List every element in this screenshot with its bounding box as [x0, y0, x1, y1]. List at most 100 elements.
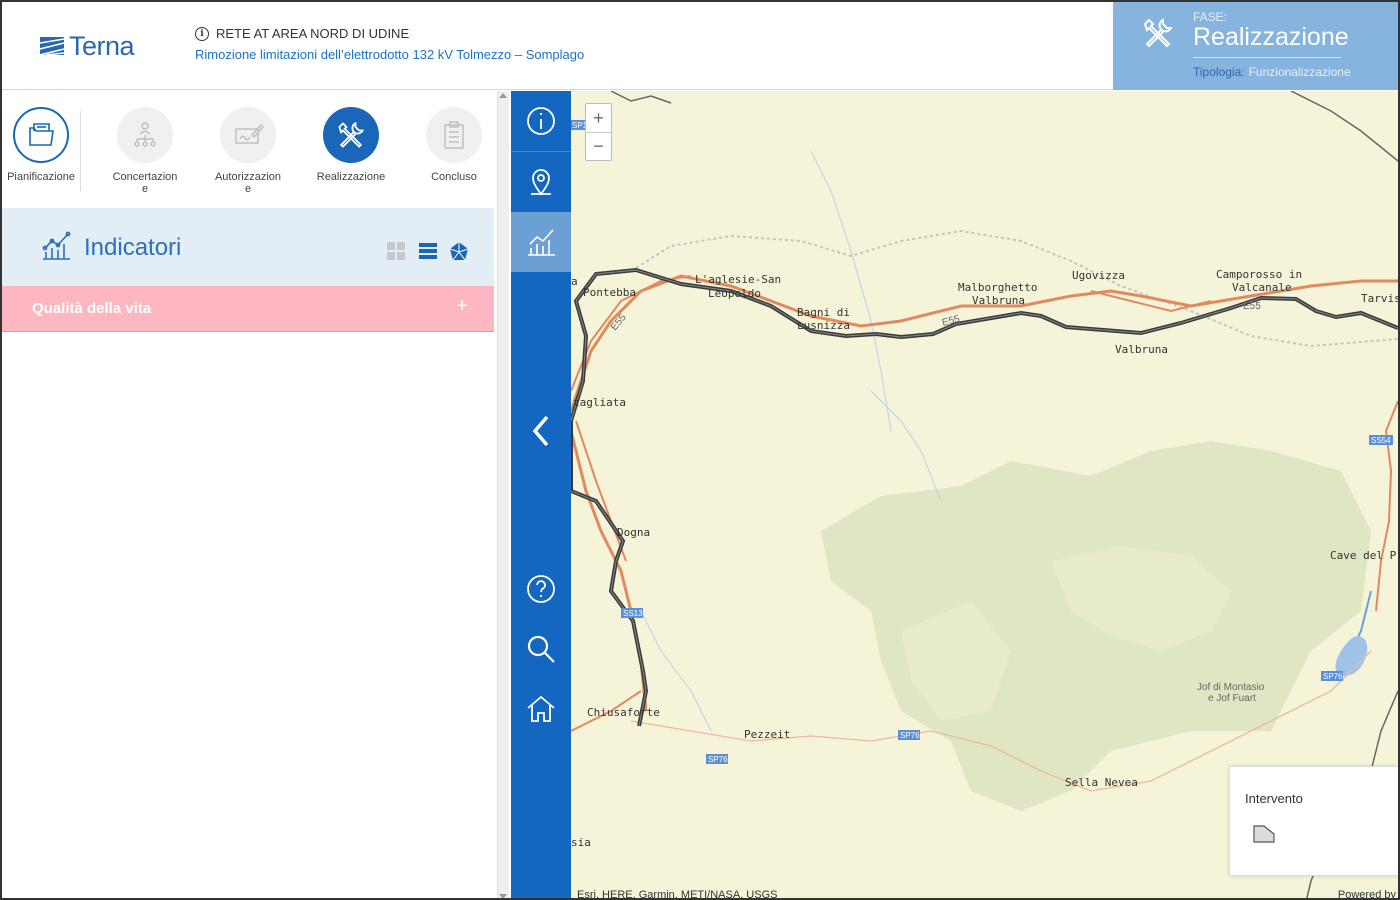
place-leopoldo: Leopoldo [708, 287, 761, 300]
step-label: Pianificazione [7, 171, 75, 183]
river [810, 150, 892, 432]
step-circle [117, 107, 173, 163]
place-jof-di-montasio: Jof di Montasio [1197, 682, 1265, 693]
logo-text: Terna [69, 30, 135, 61]
chart-icon [42, 231, 71, 260]
road-tag-sp76: SP76 [708, 755, 728, 764]
step-label: Autorizzazion e [214, 171, 282, 195]
place-jof-fuart: e Jof Fuart [1208, 693, 1256, 704]
signature-icon [235, 123, 264, 144]
place-dogna: Dogna [617, 526, 650, 539]
phase-name: Realizzazione [1193, 23, 1349, 51]
tipologia-label: Tipologia: [1193, 65, 1245, 79]
place-laglesie: L'aglesie-San [695, 273, 781, 286]
tipologia-value: Funzionalizzazione [1248, 65, 1351, 79]
place-lusnizza: Lusnizza [797, 319, 850, 332]
tools-icon [1143, 18, 1173, 48]
org-chart-icon [134, 122, 156, 147]
home-button[interactable] [511, 679, 571, 739]
phase-label: FASE: [1193, 10, 1228, 24]
step-circle [13, 107, 69, 163]
panel-scrollbar[interactable] [497, 91, 509, 898]
app-frame: Terna i RETE AT AREA NORD DI UDINE Rimoz… [0, 0, 1400, 900]
tools-icon [338, 121, 365, 148]
map-legend: Intervento [1229, 766, 1398, 876]
place-tarvisio: Tarvisi [1361, 292, 1398, 305]
terna-logo-icon [40, 37, 65, 56]
place-chiusaforte: Chiusaforte [587, 706, 660, 719]
road-tag-sp76: SP76 [1323, 672, 1343, 681]
scroll-up-icon[interactable] [499, 93, 507, 98]
help-icon [527, 575, 555, 603]
place-a: a [571, 275, 578, 288]
place-malborghetto: Malborghetto [958, 281, 1037, 294]
step-label: Realizzazione [316, 171, 386, 183]
step-concluso[interactable]: Concluso [404, 107, 504, 183]
section-qualita-della-vita[interactable]: Qualità della vita + [2, 286, 494, 332]
road-tag-ss13: SS13 [623, 609, 643, 618]
phase-steps: Pianificazione Concertazion e Autorizzaz… [2, 91, 494, 208]
step-pianificazione[interactable]: Pianificazione [2, 107, 91, 183]
search-icon [527, 635, 555, 663]
chart-icon [528, 229, 555, 256]
network-name: RETE AT AREA NORD DI UDINE [216, 26, 410, 41]
info-icon [527, 107, 555, 135]
zoom-in-button[interactable]: + [586, 104, 611, 132]
river [870, 390, 942, 502]
zoom-out-button[interactable]: − [586, 132, 611, 160]
place-camporosso: Camporosso in [1216, 268, 1302, 281]
phase-divider [1193, 57, 1341, 58]
search-button[interactable] [511, 619, 571, 679]
location-button[interactable] [511, 152, 571, 212]
place-stagliata: tagliata [573, 396, 626, 409]
legend-title: Intervento [1245, 791, 1303, 806]
info-button[interactable] [511, 91, 571, 151]
place-valbruna: Valbruna [1115, 343, 1168, 356]
left-panel: Pianificazione Concertazion e Autorizzaz… [2, 91, 494, 898]
list-view-icon[interactable] [418, 241, 438, 261]
road [571, 430, 648, 712]
place-sia: sia [571, 836, 591, 849]
place-bagni: Bagni di [797, 306, 850, 319]
clipboard-icon [444, 121, 464, 149]
step-circle [426, 107, 482, 163]
border-line [610, 91, 672, 104]
info-icon[interactable]: i [195, 26, 209, 41]
place-pontebba: Pontebba [583, 286, 636, 299]
header: Terna i RETE AT AREA NORD DI UDINE Rimoz… [2, 2, 1398, 90]
tipologia: Tipologia: Funzionalizzazione [1193, 65, 1351, 79]
step-realizzazione[interactable]: Realizzazione [301, 107, 401, 183]
road-label-e55: E55 [609, 312, 629, 333]
radar-view-icon[interactable] [449, 241, 469, 261]
powered-by[interactable]: Powered by [1338, 889, 1396, 898]
step-label: Concertazion e [112, 171, 178, 195]
polygon-symbol-icon [1253, 825, 1275, 843]
map-sidebar [511, 91, 571, 898]
collapse-panel-button[interactable] [511, 401, 571, 461]
scroll-down-icon[interactable] [499, 894, 507, 898]
section-title: Qualità della vita [32, 300, 152, 317]
road [1090, 290, 1212, 313]
place-sella-nevea: Sella Nevea [1065, 776, 1138, 789]
network-line: i RETE AT AREA NORD DI UDINE [195, 26, 584, 41]
indicators-header: Indicatori [2, 208, 494, 286]
indicators-button[interactable] [511, 212, 571, 272]
help-button[interactable] [511, 559, 571, 619]
step-autorizzazione[interactable]: Autorizzazion e [198, 107, 298, 195]
step-label: Concluso [431, 171, 477, 183]
step-concertazione[interactable]: Concertazion e [95, 107, 195, 195]
terna-logo[interactable]: Terna [40, 30, 135, 62]
expand-icon[interactable]: + [456, 295, 468, 318]
road-label-e55: E55 [1243, 301, 1261, 312]
zoom-control: + − [585, 103, 612, 161]
place-pezzeit: Pezzeit [744, 728, 790, 741]
phase-box: FASE: Realizzazione Tipologia: Funzionali… [1113, 2, 1398, 90]
folder-icon [29, 123, 54, 146]
indicators-title: Indicatori [84, 234, 182, 261]
project-title[interactable]: Rimozione limitazioni dell’elettrodotto … [195, 47, 584, 62]
grid-view-icon[interactable] [386, 241, 406, 261]
project-info: i RETE AT AREA NORD DI UDINE Rimozione l… [195, 26, 584, 62]
home-icon [527, 695, 555, 722]
map-view[interactable]: SP11 SS54 SS13 SP76 SP76 SP76 E55 E55 E5… [571, 91, 1398, 898]
step-circle [220, 107, 276, 163]
